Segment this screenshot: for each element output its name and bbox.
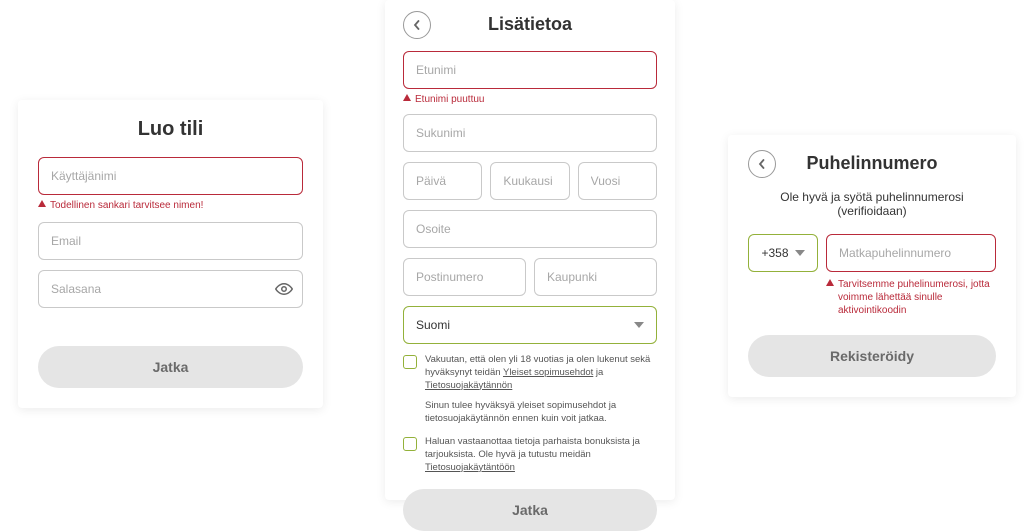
password-input[interactable] [38, 270, 303, 308]
back-button-2[interactable] [748, 150, 776, 178]
postal-input[interactable] [403, 258, 526, 296]
phone-error: Tarvitsemme puhelinumerosi, jotta voimme… [826, 278, 996, 317]
address-input[interactable] [403, 210, 657, 248]
terms-checkbox[interactable] [403, 355, 417, 369]
phone-input[interactable] [826, 234, 996, 272]
chevron-down-icon [795, 250, 805, 256]
day-input[interactable] [403, 162, 482, 200]
panel2-title: Lisätietoa [488, 14, 572, 35]
terms-link[interactable]: Yleiset sopimusehdot [503, 367, 593, 378]
marketing-checkbox[interactable] [403, 437, 417, 451]
firstname-input[interactable] [403, 51, 657, 89]
chevron-down-icon [634, 322, 644, 328]
username-input[interactable] [38, 157, 303, 195]
warning-icon [403, 94, 411, 101]
country-select[interactable]: Suomi [403, 306, 657, 344]
chevron-left-icon [412, 20, 422, 30]
continue-button-2[interactable]: Jatka [403, 489, 657, 531]
city-input[interactable] [534, 258, 657, 296]
country-value: Suomi [416, 318, 450, 332]
terms-help: Sinun tulee hyväksyä yleiset sopimusehdo… [425, 400, 657, 426]
privacy-link[interactable]: Tietosuojakäytännön [425, 380, 512, 391]
month-input[interactable] [490, 162, 569, 200]
panel1-title: Luo tili [138, 118, 204, 141]
chevron-left-icon [757, 159, 767, 169]
lastname-input[interactable] [403, 114, 657, 152]
terms-text: Vakuutan, että olen yli 18 vuotias ja ol… [425, 354, 657, 392]
firstname-error: Etunimi puuttuu [403, 93, 657, 106]
phone-panel: Puhelinnumero Ole hyvä ja syötä puhelinn… [728, 135, 1016, 397]
marketing-text: Haluan vastaanottaa tietoja parhaista bo… [425, 436, 657, 474]
email-input[interactable] [38, 222, 303, 260]
panel3-subtitle: Ole hyvä ja syötä puhelinnumerosi (verif… [748, 190, 996, 218]
phone-prefix-select[interactable]: +358 [748, 234, 818, 272]
register-button[interactable]: Rekisteröidy [748, 335, 996, 377]
warning-icon [38, 200, 46, 207]
eye-icon[interactable] [275, 280, 293, 298]
back-button[interactable] [403, 11, 431, 39]
warning-icon [826, 279, 834, 286]
marketing-privacy-link[interactable]: Tietosuojakäytäntöön [425, 462, 515, 473]
year-input[interactable] [578, 162, 657, 200]
panel3-title: Puhelinnumero [806, 153, 937, 174]
continue-button[interactable]: Jatka [38, 346, 303, 388]
username-error: Todellinen sankari tarvitsee nimen! [38, 199, 303, 212]
create-account-panel: Luo tili Todellinen sankari tarvitsee ni… [18, 100, 323, 408]
more-info-panel: Lisätietoa Etunimi puuttuu Suomi Vakuuta… [385, 0, 675, 500]
